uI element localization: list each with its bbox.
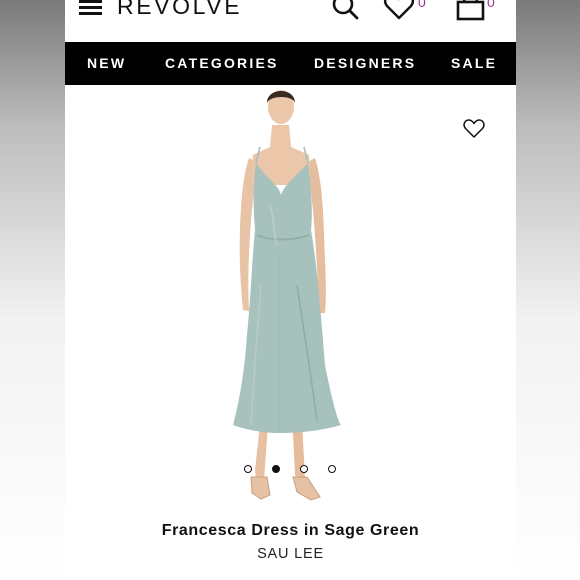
brand-logo[interactable]: REVOLVE <box>117 0 242 20</box>
carousel-dot-2[interactable] <box>272 465 280 473</box>
image-carousel-dots <box>244 465 344 475</box>
product-page: REVOLVE 0 0 NEW CATEGORIES DESIGNERS SAL… <box>65 0 516 580</box>
wishlist-count-badge: 0 <box>418 0 426 10</box>
model-figure-image <box>233 90 341 501</box>
top-header: REVOLVE 0 0 <box>65 0 516 42</box>
designer-link[interactable]: SAU LEE <box>65 546 516 562</box>
carousel-dot-1[interactable] <box>244 465 252 473</box>
heart-icon[interactable] <box>383 0 415 27</box>
nav-item-sale[interactable]: SALE <box>451 42 497 85</box>
menu-icon[interactable] <box>79 0 103 18</box>
carousel-dot-4[interactable] <box>328 465 336 473</box>
search-icon[interactable] <box>330 0 362 27</box>
main-nav: NEW CATEGORIES DESIGNERS SALE <box>65 42 516 85</box>
nav-item-categories[interactable]: CATEGORIES <box>165 42 279 85</box>
cart-count-badge: 0 <box>487 0 495 10</box>
product-image[interactable] <box>65 85 516 515</box>
nav-item-designers[interactable]: DESIGNERS <box>314 42 416 85</box>
wishlist-heart-icon[interactable] <box>462 118 486 145</box>
nav-item-new[interactable]: NEW <box>87 42 126 85</box>
carousel-dot-3[interactable] <box>300 465 308 473</box>
shopping-bag-icon[interactable] <box>455 0 487 27</box>
product-title: Francesca Dress in Sage Green <box>161 522 420 539</box>
